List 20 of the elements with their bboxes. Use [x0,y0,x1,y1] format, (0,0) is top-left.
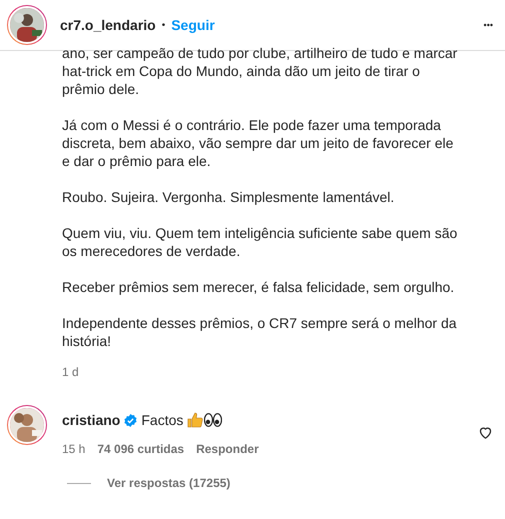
thumbs-up-icon [187,412,204,428]
eyes-icon [204,413,222,427]
separator: • [162,20,166,30]
caption-paragraph: Independente desses prêmios, o CR7 sempre será o melhor da história! [62,314,458,350]
caption-paragraph: Quem viu, viu. Quem tem inteligência suficiente sabe quem são os merecedores de verdade. [62,224,458,260]
reply-button[interactable]: Responder [196,442,259,456]
comment-text: Factos [141,412,184,428]
view-replies-button[interactable]: Ver respostas (17255) [107,476,230,490]
more-button[interactable]: ••• [484,20,493,30]
username[interactable]: cr7.o_lendario [60,17,156,33]
caption-paragraph: Roubo. Sujeira. Vergonha. Simplesmente lamentável. [62,188,396,206]
comment-username[interactable]: cristiano [62,412,120,428]
like-count[interactable]: 74 096 curtidas [97,442,184,456]
post-time: 1 d [62,365,80,379]
follow-link[interactable]: Seguir [171,17,215,33]
caption-paragraph: Já com o Messi é o contrário. Ele pode fazer uma temporada discreta, bem abaixo, vão sempre dar um jeito de favorecer ele e dar o prêmio para ele. [62,116,454,170]
caption-paragraph: ano, ser campeão de tudo por clube, artilheiro de tudo e marcar hat-trick em Copa do Mundo, ainda dão um jeito de tirar o prêmio dele. [62,44,458,98]
heart-icon[interactable] [478,425,493,440]
caption-paragraph: Receber prêmios sem merecer, é falsa felicidade, sem orgulho. [62,278,456,296]
comment-time: 15 h [62,442,86,456]
